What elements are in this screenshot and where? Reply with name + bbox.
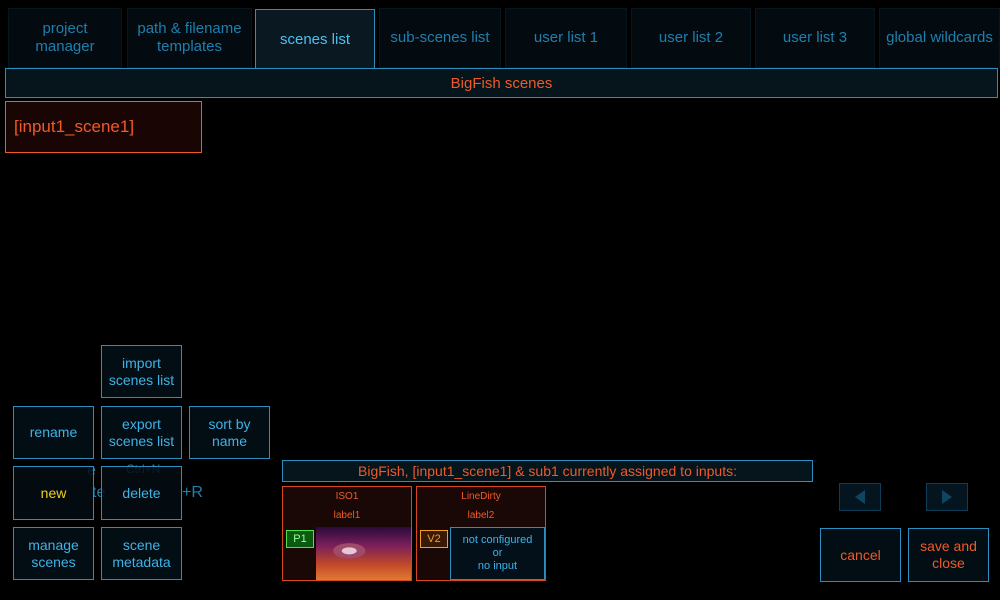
arrow-left-icon	[855, 490, 865, 504]
scene-metadata-button[interactable]: scene metadata	[101, 527, 182, 580]
tab-user-list-1[interactable]: user list 1	[505, 8, 627, 68]
program-badge: P1	[286, 530, 314, 548]
input-name: ISO1	[335, 491, 359, 502]
arrow-right-icon	[942, 490, 952, 504]
next-button[interactable]	[926, 483, 968, 511]
video-badge: V2	[420, 530, 448, 548]
new-button[interactable]: new	[13, 466, 94, 520]
save-and-close-button[interactable]: save and close	[908, 528, 989, 582]
tab-sub-scenes-list[interactable]: sub-scenes list	[379, 8, 501, 68]
tab-user-list-2[interactable]: user list 2	[631, 8, 751, 68]
export-scenes-list-button[interactable]: export scenes list	[101, 406, 182, 459]
tab-global-wildcards[interactable]: global wildcards	[879, 8, 1000, 68]
cancel-button[interactable]: cancel	[820, 528, 901, 582]
tab-scenes-list[interactable]: scenes list	[255, 9, 375, 69]
input-card-iso1[interactable]: ISO1 label1 P1	[282, 486, 412, 581]
tab-user-list-3[interactable]: user list 3	[755, 8, 875, 68]
previous-button[interactable]	[839, 483, 881, 511]
tab-path-filename-templates[interactable]: path & filename templates	[127, 8, 252, 68]
scenes-header: BigFish scenes	[5, 68, 998, 98]
shortcut-hint-artifact: +R	[182, 484, 203, 501]
assigned-inputs-header: BigFish, [input1_scene1] & sub1 currentl…	[282, 460, 813, 482]
delete-button[interactable]: delete	[101, 466, 182, 520]
input-card-linedirty[interactable]: LineDirty label2 V2 not configured or no…	[416, 486, 546, 581]
sort-by-name-button[interactable]: sort by name	[189, 406, 270, 459]
input-name: LineDirty	[461, 491, 501, 502]
tab-project-manager[interactable]: project manager	[8, 8, 122, 68]
video-thumbnail	[316, 527, 411, 580]
import-scenes-list-button[interactable]: import scenes list	[101, 345, 182, 398]
input-label: label1	[333, 510, 361, 521]
manage-scenes-button[interactable]: manage scenes	[13, 527, 94, 580]
scene-list-item[interactable]: [input1_scene1]	[5, 101, 202, 153]
no-input-status: not configured or no input	[450, 527, 545, 580]
rename-button[interactable]: rename	[13, 406, 94, 459]
input-label: label2	[467, 510, 495, 521]
